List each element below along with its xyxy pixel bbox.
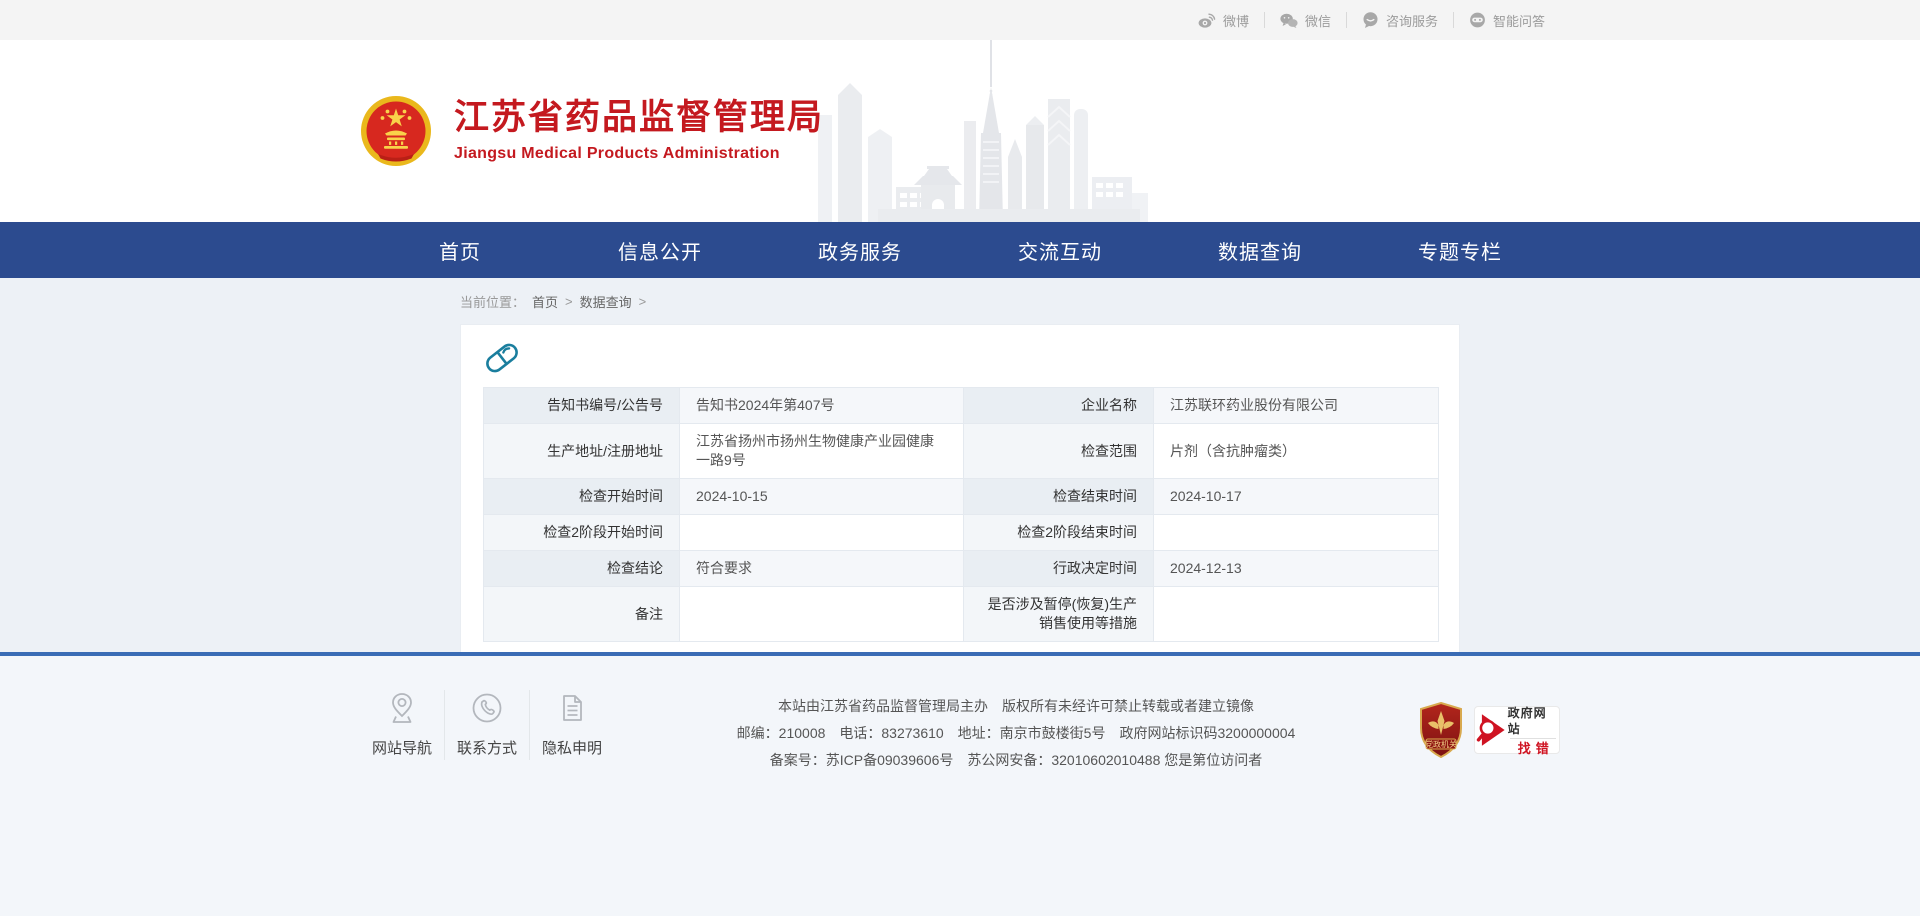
nav-item-special-topics[interactable]: 专题专栏 — [1360, 222, 1560, 278]
footer-link-label: 网站导航 — [372, 740, 432, 757]
footer-link-privacy[interactable]: 隐私申明 — [529, 690, 614, 760]
label-inspection-end-date: 检查结束时间 — [964, 479, 1154, 515]
footer-link-label: 隐私申明 — [542, 740, 602, 757]
nav-item-data-query[interactable]: 数据查询 — [1160, 222, 1360, 278]
nav-item-gov-services[interactable]: 政务服务 — [760, 222, 960, 278]
value-phase2-start-date — [680, 515, 964, 551]
label-inspection-conclusion: 检查结论 — [484, 551, 680, 587]
main-content: 当前位置： 首页 > 数据查询 > 告知书编号/ — [0, 278, 1920, 652]
footer-link-sitemap[interactable]: 网站导航 — [360, 690, 444, 760]
value-suspension-measures — [1154, 587, 1439, 642]
breadcrumb-separator: > — [565, 294, 573, 309]
shield-badge-label: 党政机关 — [1425, 739, 1457, 749]
find-error-magnifier-icon — [1475, 708, 1507, 752]
breadcrumb-separator: > — [639, 294, 647, 309]
label-phase2-end-date: 检查2阶段结束时间 — [964, 515, 1154, 551]
topbar-item-consult[interactable]: 咨询服务 — [1346, 12, 1453, 28]
label-inspection-start-date: 检查开始时间 — [484, 479, 680, 515]
value-phase2-end-date — [1154, 515, 1439, 551]
main-nav: 首页 信息公开 政务服务 交流互动 数据查询 专题专栏 — [0, 222, 1920, 278]
weibo-icon — [1198, 13, 1216, 28]
table-row: 检查2阶段开始时间 检查2阶段结束时间 — [484, 515, 1439, 551]
topbar-item-weibo[interactable]: 微博 — [1183, 12, 1264, 28]
value-production-address: 江苏省扬州市扬州生物健康产业园健康一路9号 — [680, 424, 964, 479]
value-notice-number: 告知书2024年第407号 — [680, 388, 964, 424]
table-row: 生产地址/注册地址 江苏省扬州市扬州生物健康产业园健康一路9号 检查范围 片剂（… — [484, 424, 1439, 479]
pill-icon — [483, 341, 521, 375]
nav-item-info-disclosure[interactable]: 信息公开 — [560, 222, 760, 278]
label-suspension-measures: 是否涉及暂停(恢复)生产销售使用等措施 — [964, 587, 1154, 642]
nav-item-interaction[interactable]: 交流互动 — [960, 222, 1160, 278]
footer-line-contact: 邮编：210008 电话：83273610 地址：南京市鼓楼街5号 政府网站标识… — [644, 720, 1388, 747]
value-inspection-end-date: 2024-10-17 — [1154, 479, 1439, 515]
label-production-address: 生产地址/注册地址 — [484, 424, 680, 479]
gov-badge-title: 政府网站 — [1508, 705, 1559, 737]
table-row: 检查开始时间 2024-10-15 检查结束时间 2024-10-17 — [484, 479, 1439, 515]
value-inspection-conclusion: 符合要求 — [680, 551, 964, 587]
footer-line-icp: 备案号：苏ICP备09039606号 苏公网安备：32010602010488 … — [644, 747, 1388, 774]
party-gov-agency-badge[interactable]: 党政机关 — [1418, 702, 1464, 758]
value-remarks — [680, 587, 964, 642]
table-row: 告知书编号/公告号 告知书2024年第407号 企业名称 江苏联环药业股份有限公… — [484, 388, 1439, 424]
map-pin-icon — [385, 692, 419, 724]
label-company-name: 企业名称 — [964, 388, 1154, 424]
footer-info: 本站由江苏省药品监督管理局主办 版权所有未经许可禁止转载或者建立镜像 邮编：21… — [614, 690, 1418, 774]
site-header: 江苏省药品监督管理局 Jiangsu Medical Products Admi… — [0, 40, 1920, 222]
site-subtitle: Jiangsu Medical Products Administration — [454, 145, 824, 163]
table-row: 备注 是否涉及暂停(恢复)生产销售使用等措施 — [484, 587, 1439, 642]
smart-qa-icon — [1469, 12, 1486, 28]
breadcrumb-home-link[interactable]: 首页 — [532, 292, 558, 311]
value-inspection-start-date: 2024-10-15 — [680, 479, 964, 515]
label-remarks: 备注 — [484, 587, 680, 642]
site-title: 江苏省药品监督管理局 — [454, 99, 824, 138]
value-decision-date: 2024-12-13 — [1154, 551, 1439, 587]
table-row: 检查结论 符合要求 行政决定时间 2024-12-13 — [484, 551, 1439, 587]
label-decision-date: 行政决定时间 — [964, 551, 1154, 587]
topbar-item-smart-qa[interactable]: 智能问答 — [1453, 12, 1560, 28]
inspection-detail-card: 告知书编号/公告号 告知书2024年第407号 企业名称 江苏联环药业股份有限公… — [460, 324, 1460, 652]
footer-badges: 党政机关 政府网站 找错 — [1418, 690, 1560, 758]
breadcrumb-prefix: 当前位置： — [460, 292, 525, 311]
topbar: 微博 微信 咨询服务 — [0, 0, 1920, 40]
value-inspection-scope: 片剂（含抗肿瘤类） — [1154, 424, 1439, 479]
footer-link-contact[interactable]: 联系方式 — [444, 690, 529, 760]
label-notice-number: 告知书编号/公告号 — [484, 388, 680, 424]
nav-item-home[interactable]: 首页 — [360, 222, 560, 278]
topbar-item-label: 微博 — [1223, 11, 1249, 30]
topbar-item-label: 咨询服务 — [1386, 11, 1438, 30]
privacy-doc-icon — [556, 692, 588, 724]
wechat-icon — [1280, 13, 1298, 28]
national-emblem-logo — [360, 95, 432, 167]
footer-link-label: 联系方式 — [457, 740, 517, 757]
consult-service-icon — [1362, 12, 1379, 28]
breadcrumb-data-query-link[interactable]: 数据查询 — [580, 292, 632, 311]
value-company-name: 江苏联环药业股份有限公司 — [1154, 388, 1439, 424]
footer-line-host: 本站由江苏省药品监督管理局主办 版权所有未经许可禁止转载或者建立镜像 — [644, 693, 1388, 720]
footer: 网站导航 联系方式 — [0, 656, 1920, 916]
breadcrumb: 当前位置： 首页 > 数据查询 > — [460, 278, 1460, 324]
gov-badge-divider — [1510, 738, 1556, 739]
gov-badge-subtitle: 找错 — [1518, 741, 1554, 756]
gov-site-find-error-badge[interactable]: 政府网站 找错 — [1474, 706, 1560, 754]
inspection-table: 告知书编号/公告号 告知书2024年第407号 企业名称 江苏联环药业股份有限公… — [483, 387, 1439, 642]
topbar-item-wechat[interactable]: 微信 — [1264, 12, 1346, 28]
phone-icon — [471, 692, 503, 724]
topbar-item-label: 微信 — [1305, 11, 1331, 30]
topbar-item-label: 智能问答 — [1493, 11, 1545, 30]
label-inspection-scope: 检查范围 — [964, 424, 1154, 479]
label-phase2-start-date: 检查2阶段开始时间 — [484, 515, 680, 551]
page: 微博 微信 咨询服务 — [0, 0, 1920, 916]
footer-links: 网站导航 联系方式 — [360, 690, 614, 760]
